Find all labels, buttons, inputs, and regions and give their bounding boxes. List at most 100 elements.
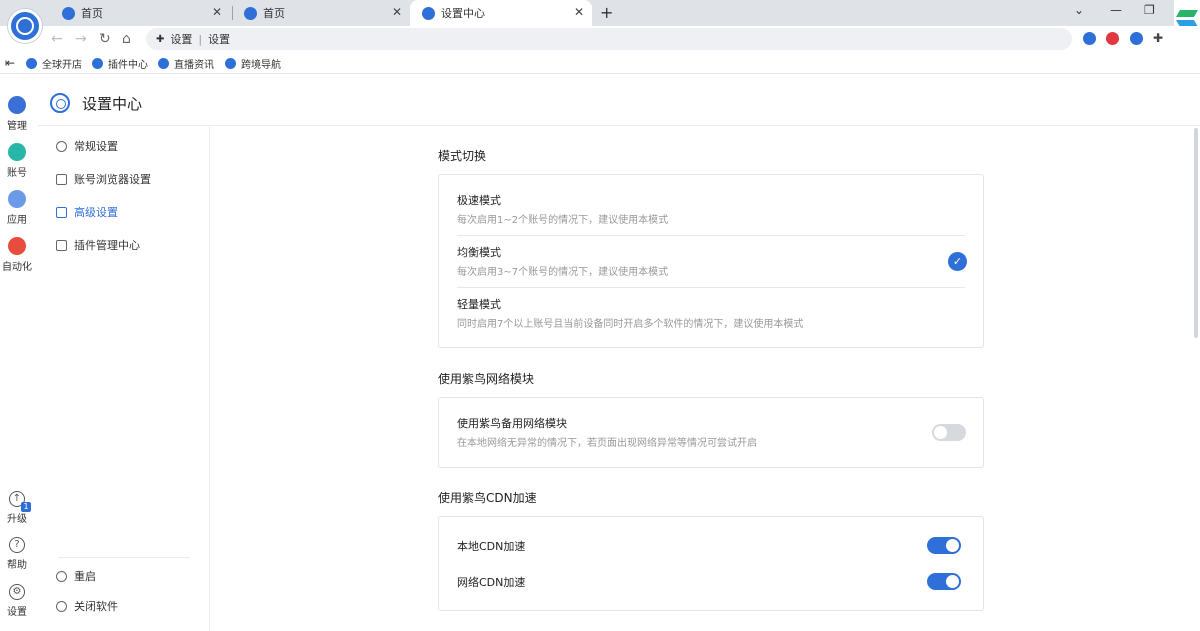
tab-close-icon[interactable]: ✕	[392, 5, 402, 19]
tab-bar: 首页 ✕ 首页 ✕ 设置中心 ✕ + ⌄ — ❐	[0, 0, 1200, 26]
account-icon	[8, 143, 26, 161]
quit-button[interactable]: 关闭软件	[56, 598, 118, 614]
bookmark-label: 插件中心	[108, 60, 148, 71]
rail-label: 自动化	[2, 262, 32, 273]
menu-divider	[58, 557, 190, 558]
mode-desc: 同时启用7个以上账号且当前设备同时开启多个软件的情况下，建议使用本模式	[457, 319, 804, 330]
toggle-knob	[946, 539, 959, 552]
bookmark-favicon-icon	[158, 58, 169, 69]
tab-title: 首页	[81, 7, 103, 20]
menu-item-label: 插件管理中心	[74, 239, 140, 252]
advanced-settings-icon	[56, 206, 67, 218]
browser-toolbar: ← → ↻ ⌂ ✚ 设置 | 设置 ✚	[0, 26, 1200, 53]
network-card: 使用紫鸟备用网络模块 在本地网络无异常的情况下，若页面出现网络异常等情况可尝试开…	[438, 397, 984, 468]
mode-name: 极速模式	[457, 194, 501, 207]
new-tab-button[interactable]: +	[600, 3, 613, 22]
menu-item-general[interactable]: 常规设置	[56, 138, 118, 154]
mode-desc: 每次启用1~2个账号的情况下，建议使用本模式	[457, 215, 669, 226]
extension-shield-icon[interactable]	[1106, 32, 1119, 45]
rail-item-upgrade[interactable]: ↑ 1 升级	[0, 491, 34, 525]
settings-icon: ⚙	[9, 584, 25, 600]
app-logo	[8, 9, 42, 43]
tab-home-1[interactable]: 首页 ✕	[50, 0, 230, 26]
bookmark-item[interactable]: 全球开店	[26, 56, 82, 71]
network-option: 使用紫鸟备用网络模块 在本地网络无异常的情况下，若页面出现网络异常等情况可尝试开…	[457, 407, 965, 459]
grid-icon	[8, 96, 26, 114]
section-title-mode: 模式切换	[438, 149, 487, 163]
app-left-rail: 管理 账号 应用 自动化 ↑ 1 升级 ? 帮助 ⚙ 设置	[0, 86, 34, 631]
restart-icon	[56, 570, 67, 582]
rail-item-manage[interactable]: 管理	[0, 96, 34, 132]
user-icon	[56, 140, 67, 152]
menu-item-account-browser[interactable]: 账号浏览器设置	[56, 171, 151, 187]
bookmark-favicon-icon	[92, 58, 103, 69]
extensions-puzzle-icon[interactable]: ✚	[1153, 31, 1163, 45]
local-cdn-toggle[interactable]	[927, 537, 961, 554]
menu-item-plugins[interactable]: 插件管理中心	[56, 237, 140, 253]
mode-name: 轻量模式	[457, 298, 501, 311]
rail-label: 帮助	[7, 560, 27, 571]
backup-network-toggle[interactable]	[932, 424, 966, 441]
rail-label: 应用	[7, 215, 27, 226]
option-name: 使用紫鸟备用网络模块	[457, 417, 567, 430]
restore-icon[interactable]: ❐	[1144, 3, 1155, 17]
address-prefix: 设置	[170, 33, 193, 46]
home-icon[interactable]: ⌂	[122, 31, 131, 47]
address-bar[interactable]: ✚ 设置 | 设置	[146, 28, 1072, 50]
rail-item-apps[interactable]: 应用	[0, 190, 34, 226]
quit-label: 关闭软件	[74, 600, 118, 613]
extension-info-icon[interactable]	[1083, 32, 1096, 45]
apps-icon	[8, 190, 26, 208]
restart-button[interactable]: 重启	[56, 568, 96, 584]
rail-label: 管理	[7, 121, 27, 132]
reload-icon[interactable]: ↻	[99, 31, 111, 47]
tab-home-2[interactable]: 首页 ✕	[232, 0, 410, 26]
bookmarks-bar: ⇤ 全球开店 插件中心 直播资讯 跨境导航	[0, 53, 1200, 74]
option-desc: 在本地网络无异常的情况下，若页面出现网络异常等情况可尝试开启	[457, 438, 757, 449]
bookmark-favicon-icon	[225, 58, 236, 69]
bookmark-item[interactable]: 直播资讯	[158, 56, 214, 71]
minimize-icon[interactable]: —	[1110, 3, 1122, 17]
rail-item-automation[interactable]: 自动化	[0, 237, 34, 273]
tab-favicon-icon	[422, 6, 435, 20]
rail-item-account[interactable]: 账号	[0, 143, 34, 179]
tab-close-icon[interactable]: ✕	[574, 5, 584, 19]
mode-option-fast[interactable]: 极速模式 每次启用1~2个账号的情况下，建议使用本模式	[457, 184, 965, 236]
mode-option-balanced[interactable]: 均衡模式 每次启用3~7个账号的情况下，建议使用本模式 ✓	[457, 236, 967, 288]
help-icon: ?	[9, 537, 25, 553]
tab-close-icon[interactable]: ✕	[212, 5, 222, 19]
bookmark-item[interactable]: 插件中心	[92, 56, 148, 71]
toggle-knob	[946, 575, 959, 588]
tab-list-chevron-down-icon[interactable]: ⌄	[1074, 3, 1084, 17]
back-arrow-icon[interactable]: ←	[51, 31, 63, 47]
bookmark-item[interactable]: 跨境导航	[225, 56, 281, 71]
plugin-grid-icon	[56, 239, 67, 251]
network-cdn-toggle[interactable]	[927, 573, 961, 590]
rail-item-help[interactable]: ? 帮助	[0, 537, 34, 571]
forward-arrow-icon[interactable]: →	[75, 31, 87, 47]
address-divider: |	[198, 32, 203, 46]
menu-item-advanced[interactable]: 高级设置	[56, 204, 118, 220]
cdn-local-label: 本地CDN加速	[457, 540, 526, 553]
extension-circle-icon[interactable]	[1130, 32, 1143, 45]
settings-gear-icon	[50, 93, 70, 113]
toggle-knob	[934, 426, 947, 439]
section-title-cdn: 使用紫鸟CDN加速	[438, 491, 537, 505]
tab-title: 首页	[263, 7, 285, 20]
mode-card: 极速模式 每次启用1~2个账号的情况下，建议使用本模式 均衡模式 每次启用3~7…	[438, 174, 984, 348]
bookmark-label: 直播资讯	[174, 60, 214, 71]
address-value: 设置	[208, 33, 231, 46]
tab-settings-center[interactable]: 设置中心 ✕	[410, 0, 592, 26]
rail-item-settings[interactable]: ⚙ 设置	[0, 584, 34, 618]
bookmark-import-icon[interactable]: ⇤	[5, 56, 15, 70]
menu-item-label: 账号浏览器设置	[74, 173, 151, 186]
upgrade-badge: 1	[21, 502, 31, 512]
bookmark-label: 跨境导航	[241, 60, 281, 71]
mode-option-light[interactable]: 轻量模式 同时启用7个以上账号且当前设备同时开启多个软件的情况下，建议使用本模式	[457, 288, 965, 340]
rail-label: 设置	[7, 607, 27, 618]
menu-item-label: 高级设置	[74, 206, 118, 219]
puzzle-icon: ✚	[156, 33, 165, 45]
power-icon	[56, 600, 67, 612]
content-scrollbar[interactable]	[1194, 128, 1198, 338]
tab-favicon-icon	[62, 6, 75, 20]
